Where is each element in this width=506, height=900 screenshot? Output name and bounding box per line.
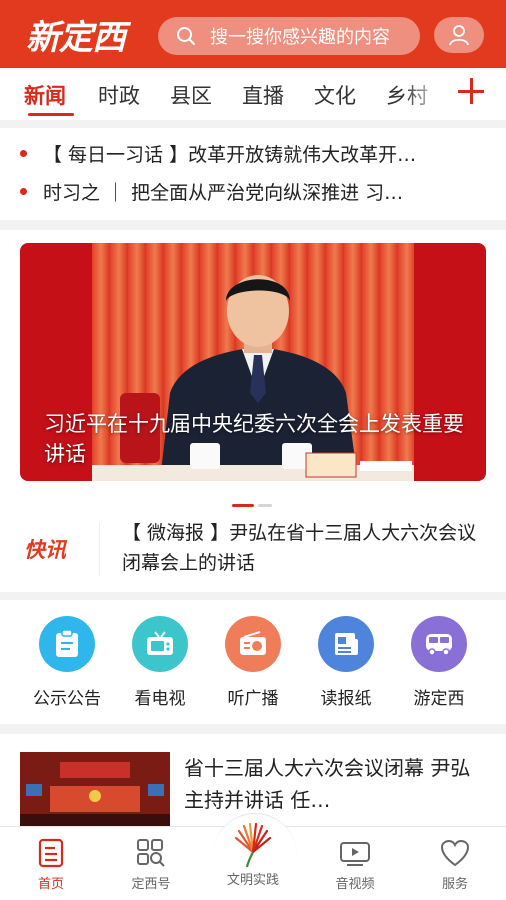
headline-item[interactable]: 时习之 ｜ 把全面从严治党向纵深推进 习…	[20, 176, 480, 206]
home-doc-icon	[6, 837, 96, 869]
headline-text: 【 每日一习话 】改革开放铸就伟大改革开…	[43, 143, 417, 166]
grid-search-icon	[106, 837, 196, 869]
service-radio[interactable]: 听广播	[208, 616, 298, 709]
nav-audio-video[interactable]: 音视频	[310, 837, 400, 892]
user-button[interactable]	[434, 17, 484, 53]
active-tab-indicator	[28, 113, 74, 116]
tab-news[interactable]: 新闻	[24, 80, 66, 110]
service-label: 听广播	[227, 689, 279, 709]
nav-home[interactable]: 首页	[6, 837, 96, 892]
kuaixun-logo: 快讯	[20, 522, 100, 576]
service-shortcuts: 公示公告 看电视 听广播 读报纸 游定西	[0, 600, 506, 724]
service-announcements[interactable]: 公示公告	[22, 616, 112, 709]
nav-label: 首页	[37, 877, 64, 892]
carousel-section: 习近平在十九届中央纪委六次全会上发表重要讲话 快讯 【 微海报 】尹弘在省十三届…	[0, 230, 506, 592]
tab-culture[interactable]: 文化	[314, 80, 356, 110]
service-label: 读报纸	[320, 689, 372, 709]
user-icon	[449, 25, 469, 46]
nav-dingxi-hao[interactable]: 定西号	[106, 837, 196, 892]
video-icon	[310, 837, 400, 869]
service-label: 游定西	[413, 689, 465, 709]
service-label: 公示公告	[33, 689, 101, 709]
app-logo: 新定西	[26, 18, 126, 58]
add-tab-icon[interactable]	[456, 76, 486, 106]
tab-live[interactable]: 直播	[242, 80, 284, 110]
nav-label: 文明实践	[226, 873, 279, 888]
news-thumbnail	[20, 752, 170, 836]
newspaper-icon	[318, 616, 374, 672]
carousel-caption: 习近平在十九届中央纪委六次全会上发表重要讲话	[44, 412, 464, 466]
search-placeholder: 搜一搜你感兴趣的内容	[210, 27, 390, 48]
headline-list: 【 每日一习话 】改革开放铸就伟大改革开… 时习之 ｜ 把全面从严治党向纵深推进…	[0, 128, 506, 220]
pager-dot	[258, 504, 272, 507]
service-newspaper[interactable]: 读报纸	[301, 616, 391, 709]
nav-label: 服务	[441, 877, 468, 892]
heart-icon	[410, 837, 500, 869]
nav-civilization-practice[interactable]: 文明实践	[208, 821, 298, 888]
tab-counties[interactable]: 县区	[170, 80, 212, 110]
bus-icon	[411, 616, 467, 672]
bullet-dot	[20, 187, 27, 195]
kuaixun-logo-text: 快讯	[24, 538, 66, 562]
quick-news[interactable]: 快讯 【 微海报 】尹弘在省十三届人大六次会议闭幕会上的讲话	[20, 518, 486, 588]
top-header: 新定西 搜一搜你感兴趣的内容	[0, 0, 506, 68]
headline-text: 时习之 ｜ 把全面从严治党向纵深推进 习…	[43, 181, 404, 204]
quick-news-text: 【 微海报 】尹弘在省十三届人大六次会议闭幕会上的讲话	[122, 522, 477, 574]
bottom-navigation: 首页 定西号 文明实践 音视频 服务	[0, 813, 506, 900]
search-bar[interactable]: 搜一搜你感兴趣的内容	[158, 17, 420, 55]
tab-politics[interactable]: 时政	[98, 80, 140, 110]
news-title: 省十三届人大六次会议闭幕 尹弘主持并讲话 任…	[184, 756, 471, 812]
tv-icon	[132, 616, 188, 672]
fan-logo-icon	[208, 821, 298, 869]
pager-dot-active	[232, 504, 254, 507]
nav-label: 定西号	[131, 877, 171, 892]
headline-item[interactable]: 【 每日一习话 】改革开放铸就伟大改革开…	[20, 138, 480, 168]
service-label: 看电视	[134, 689, 186, 709]
app-screen: 新定西 搜一搜你感兴趣的内容 新闻 时政 县区 直播 文化 乡村 【	[0, 0, 506, 900]
service-tourism[interactable]: 游定西	[394, 616, 484, 709]
carousel-slide[interactable]: 习近平在十九届中央纪委六次全会上发表重要讲话	[20, 243, 486, 481]
nav-services[interactable]: 服务	[410, 837, 500, 892]
category-tabs: 新闻 时政 县区 直播 文化 乡村	[0, 68, 506, 120]
search-icon	[177, 27, 195, 45]
nav-label: 音视频	[335, 877, 375, 892]
clipboard-icon	[39, 616, 95, 672]
service-tv[interactable]: 看电视	[115, 616, 205, 709]
bullet-dot	[20, 149, 27, 157]
radio-icon	[225, 616, 281, 672]
tabs-fade	[404, 68, 444, 120]
